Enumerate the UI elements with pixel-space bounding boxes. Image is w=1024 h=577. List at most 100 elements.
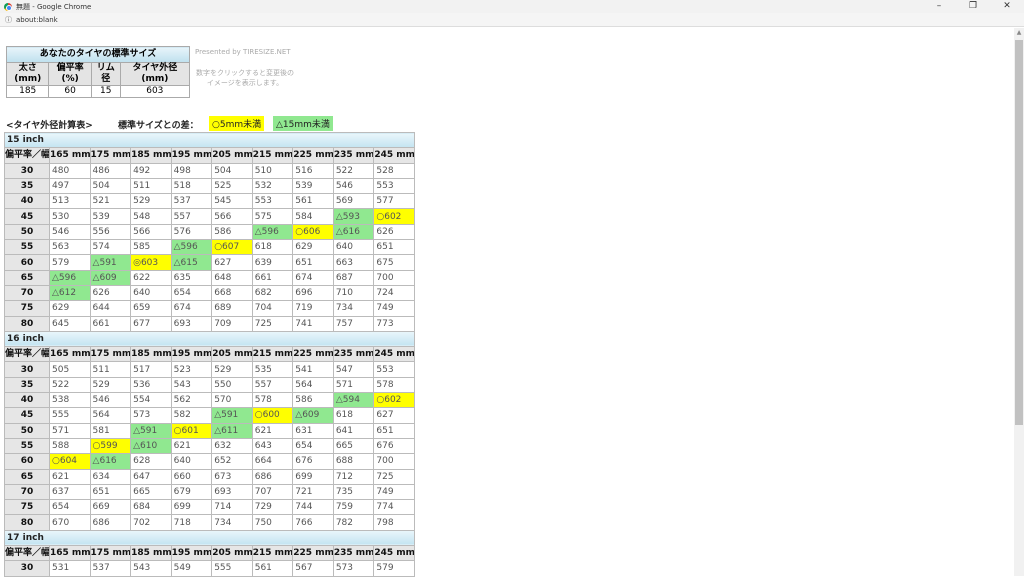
diameter-cell[interactable]: 665 xyxy=(130,483,172,501)
diameter-cell[interactable]: 541 xyxy=(292,361,334,378)
diameter-cell[interactable]: 573 xyxy=(332,560,375,577)
diameter-cell[interactable]: 687 xyxy=(332,269,375,286)
diameter-cell[interactable]: 537 xyxy=(89,560,132,577)
diameter-cell[interactable]: 539 xyxy=(89,208,132,225)
diameter-cell[interactable]: 566 xyxy=(130,223,172,241)
diameter-cell[interactable]: 635 xyxy=(170,269,213,286)
diameter-cell[interactable]: 729 xyxy=(251,499,294,516)
diameter-cell[interactable]: 573 xyxy=(130,407,172,424)
diameter-cell[interactable]: 553 xyxy=(373,177,415,195)
diameter-cell[interactable]: 699 xyxy=(292,468,334,485)
diameter-cell[interactable]: 734 xyxy=(211,514,253,531)
diameter-cell[interactable]: 518 xyxy=(170,177,213,195)
diameter-cell[interactable]: △596 xyxy=(49,269,91,286)
diameter-cell[interactable]: 670 xyxy=(49,514,91,531)
diameter-cell[interactable]: △612 xyxy=(49,284,91,302)
diameter-cell[interactable]: 626 xyxy=(373,223,415,241)
diameter-cell[interactable]: ○599 xyxy=(89,437,132,455)
diameter-cell[interactable]: 759 xyxy=(332,499,375,516)
diameter-cell[interactable]: 693 xyxy=(211,483,253,501)
diameter-cell[interactable]: 749 xyxy=(373,483,415,501)
diameter-cell[interactable]: 741 xyxy=(292,315,334,332)
diameter-cell[interactable]: 749 xyxy=(373,300,415,317)
diameter-cell[interactable]: 693 xyxy=(170,315,213,332)
diameter-cell[interactable]: 628 xyxy=(130,453,172,470)
diameter-cell[interactable]: 710 xyxy=(332,284,375,302)
diameter-cell[interactable]: 676 xyxy=(292,453,334,470)
diameter-cell[interactable]: 504 xyxy=(211,162,253,179)
diameter-cell[interactable]: 654 xyxy=(170,284,213,302)
diameter-cell[interactable]: 654 xyxy=(292,437,334,455)
diameter-cell[interactable]: △596 xyxy=(251,223,294,241)
diameter-cell[interactable]: 498 xyxy=(170,162,213,179)
diameter-cell[interactable]: 579 xyxy=(49,254,91,271)
diameter-cell[interactable]: 643 xyxy=(251,437,294,455)
diameter-cell[interactable]: 735 xyxy=(332,483,375,501)
diameter-cell[interactable]: 516 xyxy=(292,162,334,179)
diameter-cell[interactable]: 578 xyxy=(373,376,415,394)
diameter-cell[interactable]: 766 xyxy=(292,514,334,531)
diameter-cell[interactable]: 661 xyxy=(251,269,294,286)
diameter-cell[interactable]: 709 xyxy=(211,315,253,332)
restore-button[interactable]: ❐ xyxy=(956,0,990,13)
diameter-cell[interactable]: 618 xyxy=(332,407,375,424)
minimize-button[interactable]: – xyxy=(922,0,956,13)
diameter-cell[interactable]: 622 xyxy=(130,269,172,286)
diameter-cell[interactable]: 750 xyxy=(251,514,294,531)
diameter-cell[interactable]: 571 xyxy=(332,376,375,394)
diameter-cell[interactable]: △591 xyxy=(130,422,172,439)
diameter-cell[interactable]: 700 xyxy=(373,269,415,286)
diameter-cell[interactable]: △610 xyxy=(130,437,172,455)
diameter-cell[interactable]: △609 xyxy=(292,407,334,424)
diameter-cell[interactable]: 486 xyxy=(89,162,132,179)
diameter-cell[interactable]: 664 xyxy=(251,453,294,470)
diameter-cell[interactable]: △591 xyxy=(89,254,132,271)
scroll-up-icon[interactable]: ▲ xyxy=(1014,28,1024,38)
diameter-cell[interactable]: 561 xyxy=(251,560,294,577)
diameter-cell[interactable]: 523 xyxy=(170,361,213,378)
diameter-cell[interactable]: 686 xyxy=(89,514,132,531)
diameter-cell[interactable]: 535 xyxy=(251,361,294,378)
diameter-cell[interactable]: 480 xyxy=(49,162,91,179)
diameter-cell[interactable]: 543 xyxy=(170,376,213,394)
diameter-cell[interactable]: 647 xyxy=(130,468,172,485)
diameter-cell[interactable]: 640 xyxy=(332,239,375,256)
diameter-cell[interactable]: △596 xyxy=(170,239,213,256)
diameter-cell[interactable]: 621 xyxy=(251,422,294,439)
diameter-cell[interactable]: ◎603 xyxy=(130,254,172,271)
diameter-cell[interactable]: 686 xyxy=(251,468,294,485)
info-icon[interactable]: ⓘ xyxy=(5,15,12,25)
diameter-cell[interactable]: 679 xyxy=(170,483,213,501)
diameter-cell[interactable]: 651 xyxy=(89,483,132,501)
diameter-cell[interactable]: 629 xyxy=(292,239,334,256)
diameter-cell[interactable]: 721 xyxy=(292,483,334,501)
diameter-cell[interactable]: 537 xyxy=(170,193,213,210)
diameter-cell[interactable]: 640 xyxy=(130,284,172,302)
diameter-cell[interactable]: 659 xyxy=(130,300,172,317)
diameter-cell[interactable]: 586 xyxy=(211,223,253,241)
diameter-cell[interactable]: 584 xyxy=(292,208,334,225)
diameter-cell[interactable]: 545 xyxy=(211,193,253,210)
diameter-cell[interactable]: △616 xyxy=(332,223,375,241)
diameter-cell[interactable]: 674 xyxy=(170,300,213,317)
diameter-cell[interactable]: 668 xyxy=(211,284,253,302)
diameter-cell[interactable]: 648 xyxy=(211,269,253,286)
diameter-cell[interactable]: 536 xyxy=(130,376,172,394)
diameter-cell[interactable]: 574 xyxy=(89,239,132,256)
diameter-cell[interactable]: 661 xyxy=(89,315,132,332)
diameter-cell[interactable]: 675 xyxy=(373,254,415,271)
diameter-cell[interactable]: 511 xyxy=(130,177,172,195)
scrollbar-thumb[interactable] xyxy=(1015,40,1023,425)
diameter-cell[interactable]: 566 xyxy=(211,208,253,225)
diameter-cell[interactable]: 640 xyxy=(170,453,213,470)
diameter-cell[interactable]: ○607 xyxy=(211,239,253,256)
diameter-cell[interactable]: △593 xyxy=(332,208,375,225)
diameter-cell[interactable]: 505 xyxy=(49,361,91,378)
diameter-cell[interactable]: 549 xyxy=(170,560,213,577)
diameter-cell[interactable]: 546 xyxy=(332,177,375,195)
diameter-cell[interactable]: 547 xyxy=(332,361,375,378)
diameter-cell[interactable]: 631 xyxy=(292,422,334,439)
diameter-cell[interactable]: 704 xyxy=(251,300,294,317)
diameter-cell[interactable]: 530 xyxy=(49,208,91,225)
diameter-cell[interactable]: 539 xyxy=(292,177,334,195)
